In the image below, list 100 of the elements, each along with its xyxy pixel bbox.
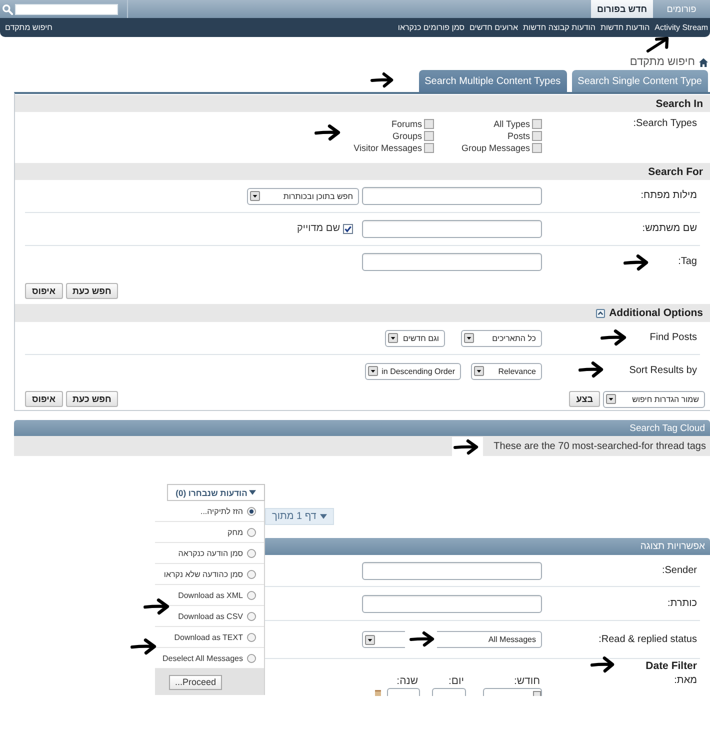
checkbox-label: Forums xyxy=(391,118,422,130)
caret-icon xyxy=(474,366,484,376)
nav-link[interactable]: הודעות קבוצה חדשות xyxy=(522,22,596,33)
dropdown[interactable]: שמור הגדרות חיפוש xyxy=(603,390,705,408)
arrow-icon xyxy=(590,656,615,673)
dropdown[interactable]: וגם חדשים xyxy=(385,330,445,346)
field-label: Sort Results by xyxy=(629,365,697,377)
collapse-icon[interactable] xyxy=(596,308,606,318)
checkbox-label: Posts xyxy=(507,130,530,142)
radio-button[interactable] xyxy=(247,570,256,578)
checkbox-label: All Types xyxy=(494,118,530,130)
caret-icon xyxy=(368,366,378,376)
dropdown[interactable]: Relevance xyxy=(471,362,542,380)
nav-link[interactable]: הודעות חדשות xyxy=(600,22,650,33)
info-bar: These are the 70 most-searched-for thread tags xyxy=(14,436,710,456)
reset-button[interactable]: איפוס xyxy=(25,391,63,407)
dropdown[interactable]: כל התאריכים xyxy=(461,330,542,346)
radio-button[interactable] xyxy=(247,632,256,642)
search-button[interactable]: חפש כעת xyxy=(66,282,118,298)
calendar-icon[interactable] xyxy=(375,690,381,696)
caret-icon xyxy=(388,333,398,343)
checkbox-label: Groups xyxy=(392,130,422,142)
field-label: Find Posts xyxy=(650,332,697,344)
field-label: יום: xyxy=(448,675,465,687)
checkbox-label: Visitor Messages xyxy=(354,142,422,154)
go-button[interactable]: בצע xyxy=(569,391,600,407)
radio-button[interactable] xyxy=(247,506,256,516)
caret-icon xyxy=(250,191,260,201)
reset-button[interactable]: איפוס xyxy=(25,282,63,298)
field-label: Read & replied status: xyxy=(598,634,697,646)
field-label: חודש: xyxy=(512,675,541,687)
checkbox[interactable] xyxy=(424,131,434,141)
checkbox[interactable] xyxy=(424,119,434,129)
text-field[interactable] xyxy=(362,562,542,580)
search-tab[interactable]: Search Multiple Content Types xyxy=(418,70,567,92)
arrow-icon xyxy=(623,254,649,271)
radio-button[interactable] xyxy=(247,654,256,662)
dropdown[interactable]: in Descending Order xyxy=(365,362,461,380)
field-label: שנה: xyxy=(396,675,419,687)
menu-item[interactable]: הזז לתיקיה... xyxy=(155,501,264,522)
nav-link[interactable]: Activity Stream xyxy=(654,22,708,33)
text-field[interactable] xyxy=(362,594,542,612)
arrow-icon xyxy=(600,329,627,346)
panel-header: Search Tag Cloud xyxy=(14,420,710,436)
breadcrumb-current: חיפוש מתקדם xyxy=(630,55,695,69)
caret-icon xyxy=(464,333,474,343)
field-label: Sender: xyxy=(662,564,697,576)
proceed-button[interactable]: Proceed... xyxy=(169,674,222,690)
arrow-icon xyxy=(645,36,670,53)
text-field[interactable] xyxy=(362,220,542,238)
panel-header: אפשרויות תצוגה xyxy=(263,538,710,555)
checkbox[interactable] xyxy=(424,143,434,153)
section-header: Search In xyxy=(15,95,710,112)
field-label: Tag: xyxy=(678,256,697,268)
radio-button[interactable] xyxy=(247,612,256,620)
radio-button[interactable] xyxy=(247,590,256,600)
menu-item[interactable]: מחק xyxy=(155,522,264,543)
section-title: Date Filter xyxy=(646,659,697,673)
search-field[interactable] xyxy=(15,4,118,14)
checkbox-label: Group Messages xyxy=(461,142,530,154)
search-icon[interactable] xyxy=(2,4,13,14)
nav-link[interactable]: ארועים חדשים xyxy=(470,22,518,33)
field-label: כותרת: xyxy=(668,598,697,610)
dropdown[interactable]: חפש בתוכן ובכותרות xyxy=(247,188,359,204)
checkbox-label: שם מדוייק xyxy=(297,223,340,235)
section-title: Additional Options xyxy=(609,307,703,319)
home-icon[interactable] xyxy=(699,58,708,66)
nav-link[interactable]: סמן פורומים כנקראו xyxy=(398,22,464,33)
text-field[interactable] xyxy=(362,253,542,271)
search-button[interactable]: חפש כעת xyxy=(66,391,118,407)
menu-item[interactable]: Download as CSV xyxy=(155,606,264,627)
field-label: מילות מפתח: xyxy=(640,190,697,202)
arrow-icon xyxy=(143,598,170,615)
checkbox[interactable] xyxy=(343,224,353,234)
checkbox[interactable] xyxy=(532,143,542,153)
arrow-icon xyxy=(578,361,604,378)
dropdown[interactable] xyxy=(483,688,542,696)
caret-icon xyxy=(606,394,616,404)
caret-icon xyxy=(249,490,256,495)
messages-menu-button[interactable]: הודעות שנבחרו (0) xyxy=(167,484,265,501)
text-field[interactable] xyxy=(432,688,466,696)
radio-button[interactable] xyxy=(247,548,256,558)
arrow-icon xyxy=(370,72,394,88)
radio-button[interactable] xyxy=(247,528,256,536)
checkbox[interactable] xyxy=(532,131,542,141)
text-field[interactable] xyxy=(387,688,420,696)
section-header: Search For xyxy=(15,163,710,180)
field-label: Search Types: xyxy=(633,118,697,130)
menu-item[interactable]: Download as XML xyxy=(155,585,264,606)
pager-button[interactable]: דף 1 מתוך xyxy=(265,508,334,525)
checkbox[interactable] xyxy=(532,119,542,129)
menu-item[interactable]: Download as TEXT xyxy=(155,627,264,648)
nav-link[interactable]: חיפוש מתקדם xyxy=(5,22,52,33)
caret-icon xyxy=(320,514,328,519)
menu-item[interactable]: סמן כהודעה שלא נקראו xyxy=(155,564,264,585)
nav-tab[interactable]: חדש בפורום xyxy=(590,0,653,18)
field-label: מאת: xyxy=(674,675,697,687)
field-label: שם משתמש: xyxy=(642,223,697,235)
text-field[interactable] xyxy=(362,187,542,205)
menu-item[interactable]: סמן הודעה כנקראה xyxy=(155,543,264,564)
